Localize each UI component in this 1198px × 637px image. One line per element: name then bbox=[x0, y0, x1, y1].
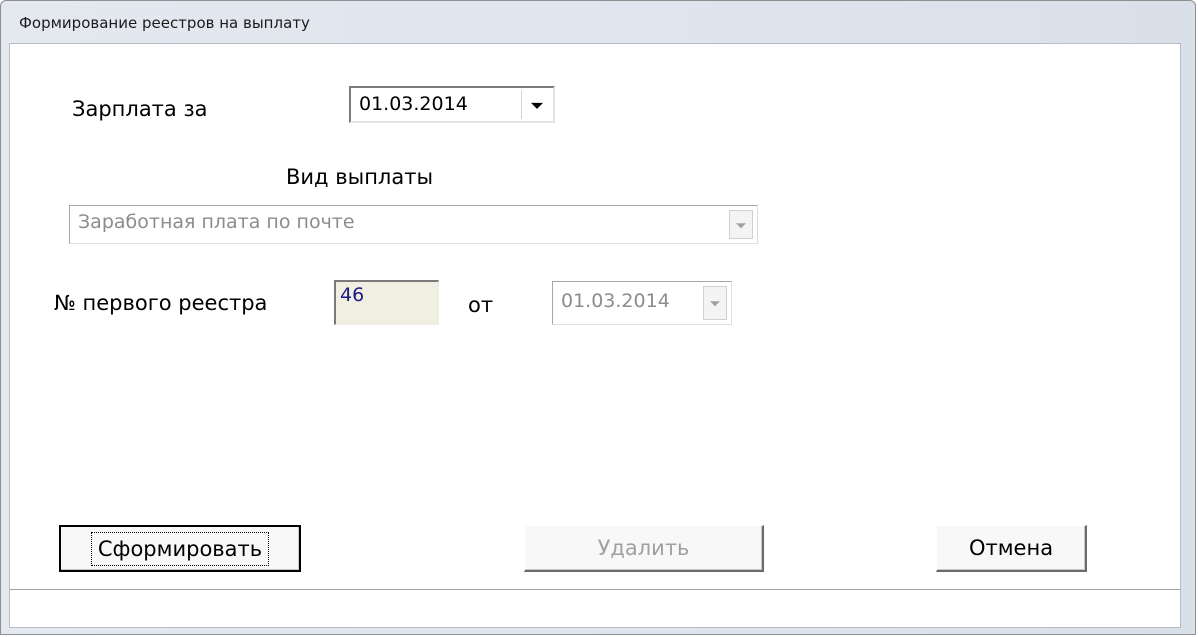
salary-for-date-picker[interactable]: 01.03.2014 bbox=[349, 86, 555, 123]
register-date-value: 01.03.2014 bbox=[561, 290, 670, 312]
salary-for-label: Зарплата за bbox=[72, 97, 208, 121]
status-bar bbox=[10, 592, 1180, 627]
payment-type-select[interactable]: Заработная плата по почте bbox=[69, 205, 758, 244]
cancel-button-label: Отмена bbox=[968, 536, 1054, 560]
status-separator bbox=[10, 589, 1180, 591]
first-register-number-field[interactable]: 46 bbox=[334, 280, 439, 325]
delete-button-label: Удалить bbox=[597, 536, 690, 560]
salary-for-dropdown-button[interactable] bbox=[521, 90, 551, 119]
title-bar[interactable]: Формирование реестров на выплату bbox=[1, 1, 1195, 43]
first-register-label: № первого реестра bbox=[54, 291, 268, 315]
payment-type-label: Вид выплаты bbox=[286, 165, 434, 189]
cancel-button[interactable]: Отмена bbox=[936, 525, 1087, 572]
chevron-down-icon bbox=[710, 301, 720, 307]
dialog-window: Формирование реестров на выплату Зарплат… bbox=[0, 0, 1196, 635]
register-date-dropdown-button[interactable] bbox=[703, 286, 727, 320]
from-label: от bbox=[468, 293, 494, 317]
chevron-down-icon bbox=[736, 222, 746, 228]
register-date-picker[interactable]: 01.03.2014 bbox=[552, 281, 732, 325]
dialog-body: Зарплата за 01.03.2014 Вид выплаты Зараб… bbox=[9, 43, 1181, 628]
generate-button[interactable]: Сформировать bbox=[59, 525, 301, 572]
payment-type-value: Заработная плата по почте bbox=[78, 211, 355, 233]
generate-button-label: Сформировать bbox=[90, 532, 270, 566]
payment-type-dropdown-button[interactable] bbox=[729, 210, 753, 239]
delete-button[interactable]: Удалить bbox=[524, 525, 764, 572]
salary-for-date-value: 01.03.2014 bbox=[359, 93, 468, 115]
window-title: Формирование реестров на выплату bbox=[19, 14, 310, 32]
chevron-down-icon bbox=[530, 102, 543, 109]
first-register-number-value: 46 bbox=[340, 284, 365, 306]
